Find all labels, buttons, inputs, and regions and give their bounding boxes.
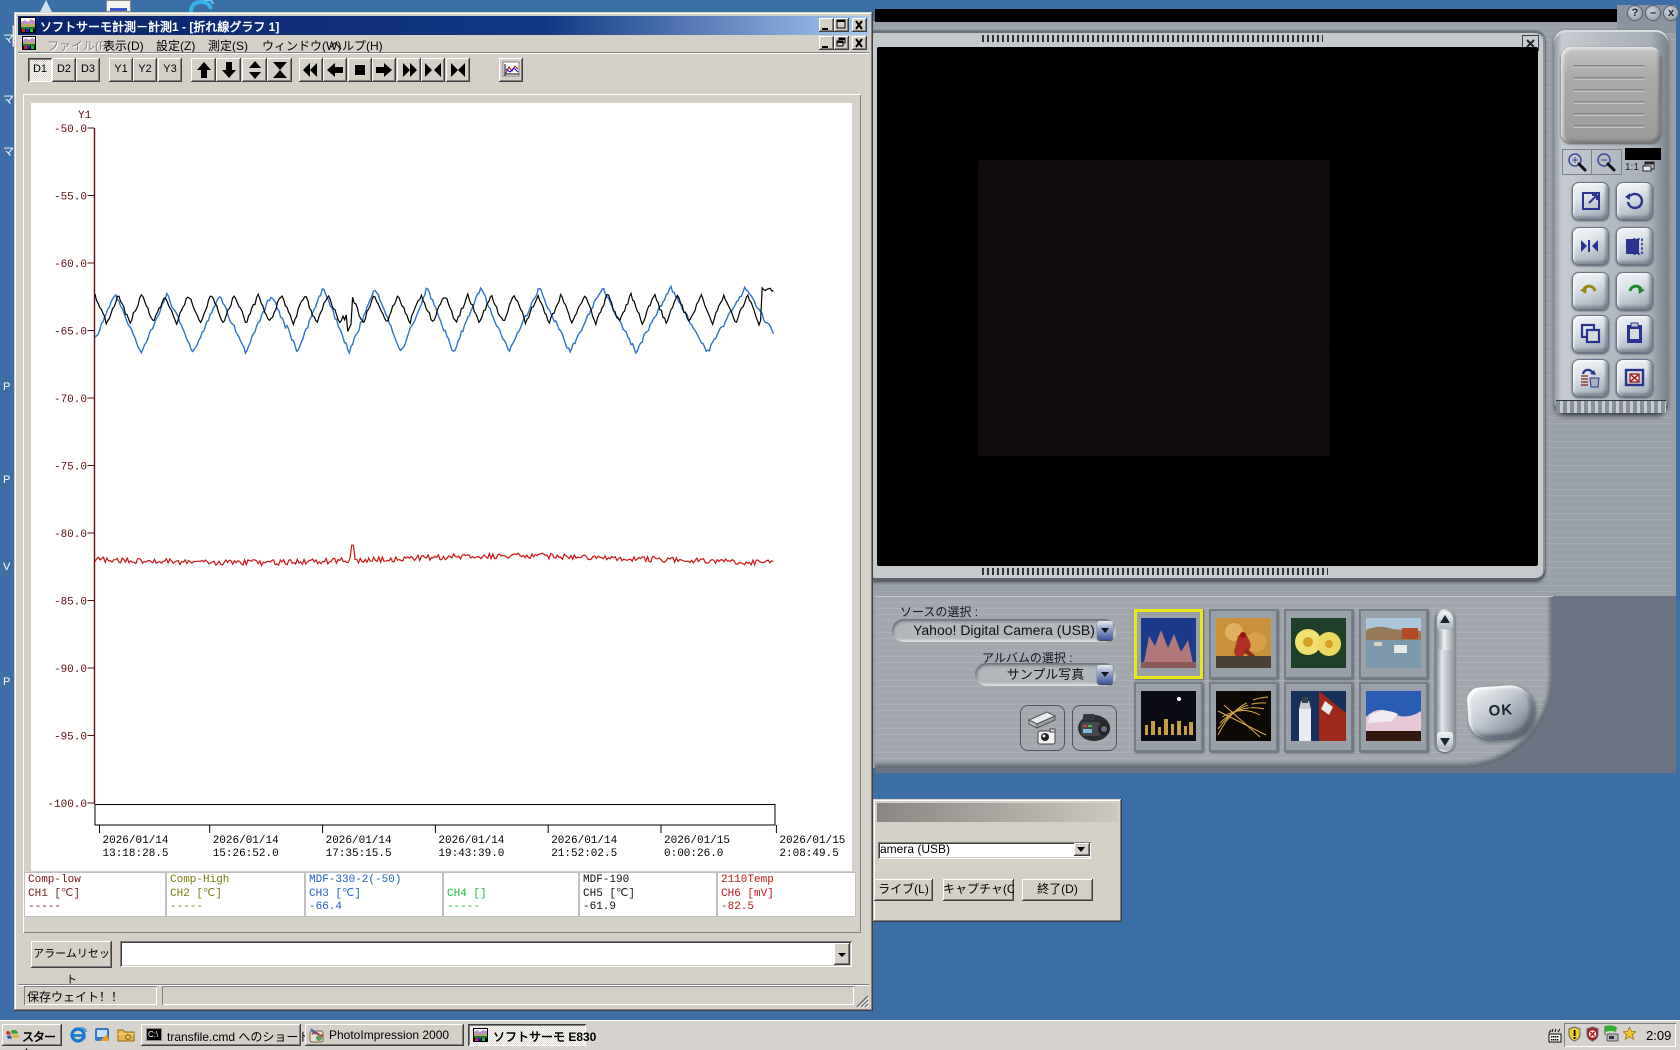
- svg-text:-80.0: -80.0: [54, 529, 87, 541]
- svg-text:-90.0: -90.0: [54, 664, 87, 676]
- svg-text:2:08:49.5: 2:08:49.5: [779, 848, 838, 860]
- svg-text:-50.0: -50.0: [54, 124, 87, 136]
- svg-text:2026/01/15: 2026/01/15: [664, 835, 730, 847]
- svg-text:15:26:52.0: 15:26:52.0: [213, 848, 279, 860]
- svg-text:13:18:28.5: 13:18:28.5: [103, 848, 169, 860]
- svg-text:-60.0: -60.0: [54, 259, 87, 271]
- svg-text:21:52:02.5: 21:52:02.5: [551, 848, 617, 860]
- svg-text:2026/01/14: 2026/01/14: [326, 835, 392, 847]
- svg-text:2026/01/14: 2026/01/14: [213, 835, 279, 847]
- svg-text:-85.0: -85.0: [54, 597, 87, 609]
- svg-text:2026/01/15: 2026/01/15: [779, 835, 845, 847]
- svg-text:17:35:15.5: 17:35:15.5: [326, 848, 392, 860]
- svg-text:-100.0: -100.0: [47, 799, 87, 811]
- svg-text:0:00:26.0: 0:00:26.0: [664, 848, 723, 860]
- svg-text:-55.0: -55.0: [54, 192, 87, 204]
- svg-text:-95.0: -95.0: [54, 732, 87, 744]
- svg-text:-75.0: -75.0: [54, 462, 87, 474]
- svg-text:19:43:39.0: 19:43:39.0: [438, 848, 504, 860]
- svg-text:-70.0: -70.0: [54, 394, 87, 406]
- svg-text:Y1: Y1: [78, 110, 92, 122]
- svg-text:2026/01/14: 2026/01/14: [438, 835, 504, 847]
- svg-text:-65.0: -65.0: [54, 327, 87, 339]
- svg-text:2026/01/14: 2026/01/14: [103, 835, 169, 847]
- svg-text:2026/01/14: 2026/01/14: [551, 835, 617, 847]
